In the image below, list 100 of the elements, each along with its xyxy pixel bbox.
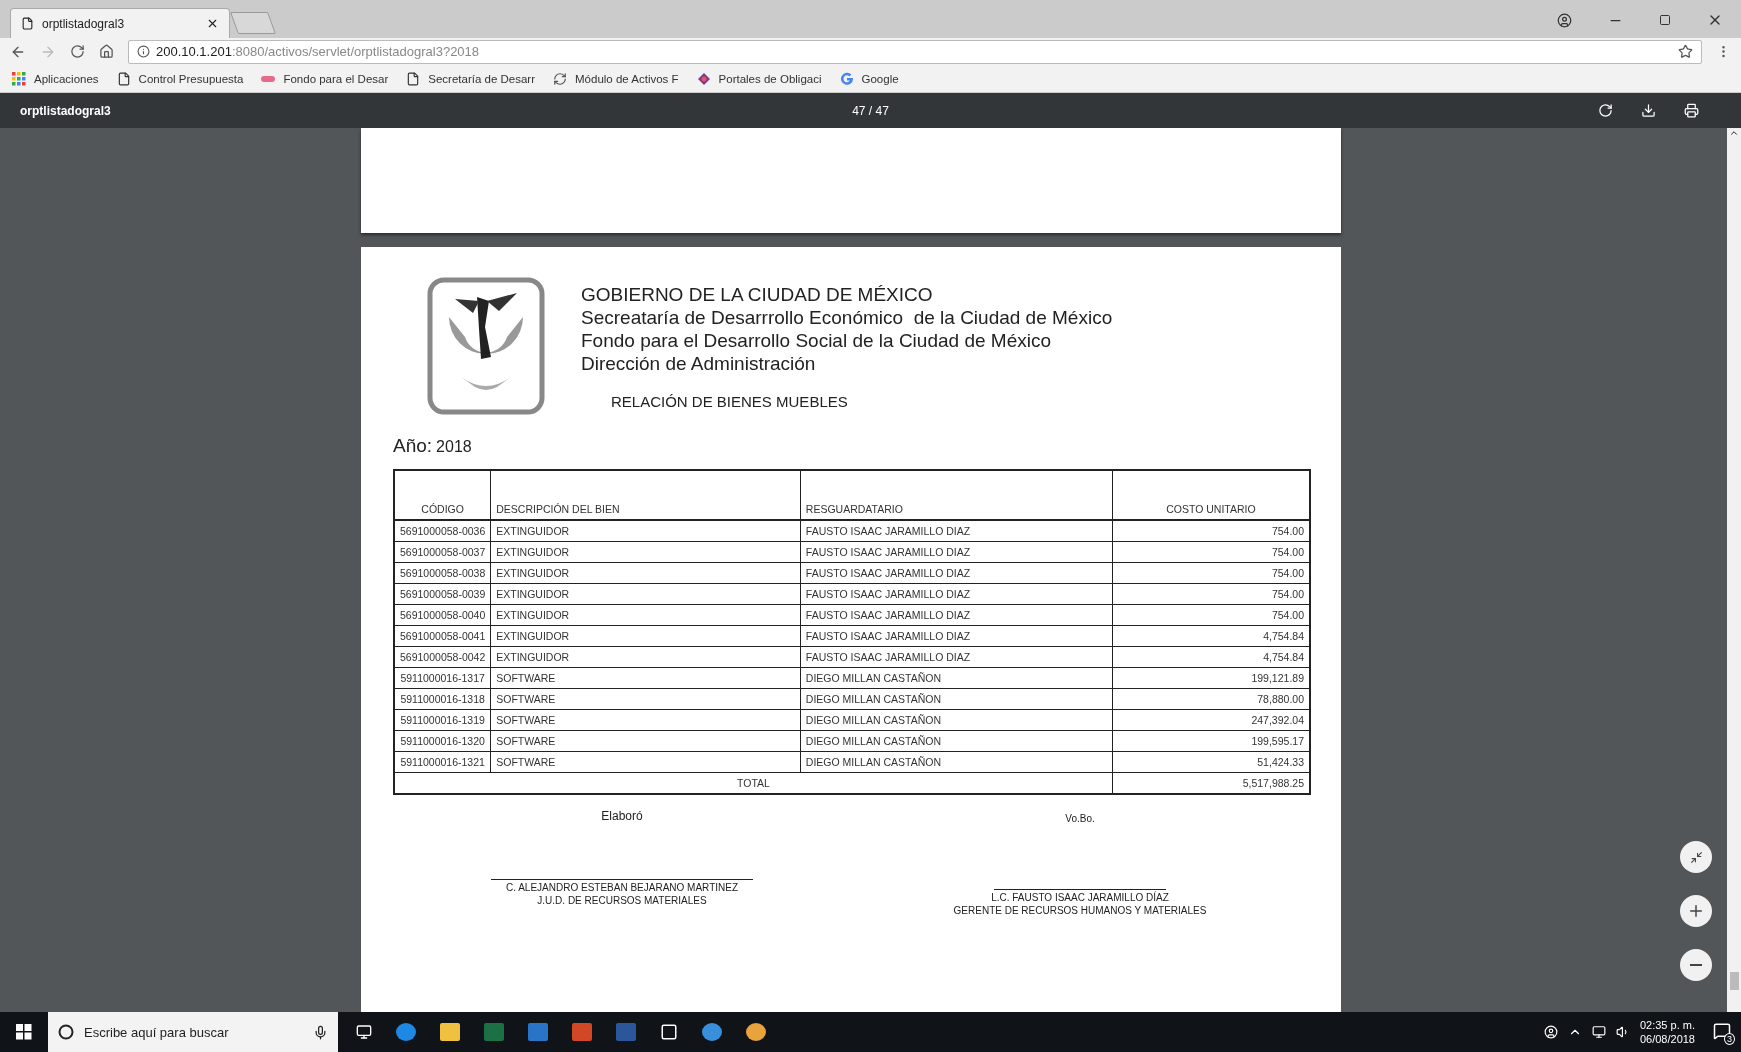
search-placeholder: Escribe aquí para buscar: [84, 1024, 229, 1040]
people-icon[interactable]: [1543, 1025, 1558, 1039]
table-cell: EXTINGUIDOR: [490, 541, 801, 563]
table-cell: DIEGO MILLAN CASTAÑON: [800, 688, 1113, 710]
table-cell: 5691000058-0039: [394, 583, 491, 605]
apps-grid-icon: [12, 71, 26, 86]
column-header: CÓDIGO: [394, 470, 491, 520]
page-icon: [116, 71, 131, 86]
table-cell: FAUSTO ISAAC JARAMILLO DIAZ: [800, 520, 1113, 542]
table-cell: 5691000058-0038: [394, 562, 491, 584]
signer-name: L.C. FAUSTO ISAAC JARAMILLO DÍAZ: [991, 892, 1169, 903]
signer-role: GERENTE DE RECURSOS HUMANOS Y MATERIALES: [953, 905, 1207, 916]
table-cell: DIEGO MILLAN CASTAÑON: [800, 709, 1113, 731]
plus-icon: [1687, 902, 1705, 920]
fit-icon: [1689, 850, 1703, 864]
profile-icon[interactable]: [1557, 12, 1572, 28]
close-icon[interactable]: [206, 17, 219, 30]
header-line: Dirección de Administración: [581, 352, 817, 375]
notifications-icon[interactable]: [1713, 1022, 1731, 1040]
report-title: RELACIÓN DE BIENES MUEBLES: [611, 393, 849, 410]
restore-icon[interactable]: [1659, 14, 1671, 26]
signer-role: J.U.D. DE RECURSOS MATERIALES: [537, 895, 707, 906]
table-cell: SOFTWARE: [490, 688, 801, 710]
table-cell: 5691000058-0042: [394, 646, 491, 668]
rotate-icon[interactable]: [1598, 103, 1613, 118]
table-cell: FAUSTO ISAAC JARAMILLO DIAZ: [800, 541, 1113, 563]
bookmark-link[interactable]: Portales de Obligaci: [696, 71, 822, 86]
table-cell: FAUSTO ISAAC JARAMILLO DIAZ: [800, 562, 1113, 584]
column-header: RESGUARDATARIO: [800, 470, 1113, 520]
table-cell: DIEGO MILLAN CASTAÑON: [800, 751, 1113, 773]
table-cell: SOFTWARE: [490, 730, 801, 752]
table-cell: 5911000016-1321: [394, 751, 491, 773]
table-cell: EXTINGUIDOR: [490, 520, 801, 542]
table-cell: FAUSTO ISAAC JARAMILLO DIAZ: [800, 604, 1113, 626]
table-cell: EXTINGUIDOR: [490, 604, 801, 626]
table-cell: FAUSTO ISAAC JARAMILLO DIAZ: [800, 583, 1113, 605]
table-cell: 5911000016-1317: [394, 667, 491, 689]
bookmark-link[interactable]: Secretaría de Desarr: [406, 71, 535, 86]
bookmark-link[interactable]: Control Presupuesta: [116, 71, 244, 86]
download-icon[interactable]: [1641, 103, 1656, 118]
info-icon[interactable]: [137, 45, 150, 58]
table-cell: FAUSTO ISAAC JARAMILLO DIAZ: [800, 625, 1113, 647]
bookmark-link[interactable]: Módulo de Activos F: [553, 71, 679, 86]
signer-name: C. ALEJANDRO ESTEBAN BEJARANO MARTINEZ: [505, 882, 739, 893]
star-icon[interactable]: [1678, 44, 1693, 59]
table-cell: EXTINGUIDOR: [490, 625, 801, 647]
bookmark-link[interactable]: Aplicaciones: [12, 71, 99, 86]
home-icon[interactable]: [99, 44, 114, 59]
notification-count: 3: [1724, 1033, 1735, 1045]
signature-caption: Elaboró: [601, 809, 643, 825]
table-cell: 5691000058-0040: [394, 604, 491, 626]
page-icon: [406, 71, 421, 86]
zoom-in-button[interactable]: [1680, 895, 1712, 927]
logo-icon: [261, 75, 276, 82]
column-header: DESCRIPCIÓN DEL BIEN: [490, 470, 801, 520]
reload-icon[interactable]: [70, 44, 85, 59]
header-line: Fondo para el Desarrollo Social de la Ciudad de México: [581, 329, 1052, 352]
network-icon[interactable]: [1591, 1025, 1606, 1039]
clock[interactable]: 02:35 p. m. 06/08/2018: [1639, 1018, 1695, 1046]
table-cell: SOFTWARE: [490, 751, 801, 773]
header-line: GOBIERNO DE LA CIUDAD DE MÉXICO: [581, 283, 934, 306]
year-value: 2018: [436, 438, 472, 456]
circle-icon: [58, 1024, 74, 1040]
minus-icon: [1690, 964, 1702, 966]
fit-page-button[interactable]: [1680, 841, 1712, 873]
table-cell: EXTINGUIDOR: [490, 646, 801, 668]
microphone-icon[interactable]: [313, 1024, 328, 1040]
year-label: Año:: [393, 435, 433, 457]
scroll-up-icon[interactable]: [1729, 128, 1739, 138]
signature-caption: Vo.Bo.: [1065, 813, 1095, 826]
table-cell: FAUSTO ISAAC JARAMILLO DIAZ: [800, 646, 1113, 668]
table-cell: 5691000058-0036: [394, 520, 491, 542]
bookmark-link[interactable]: Google: [839, 71, 899, 86]
search-field[interactable]: Escribe aquí para buscar: [48, 1012, 338, 1052]
google-icon: [839, 71, 854, 86]
page-indicator: 47 / 47: [852, 103, 889, 118]
document-title: orptlistadogral3: [20, 103, 111, 118]
window-icon[interactable]: [660, 1023, 678, 1041]
table-cell: 5691000058-0037: [394, 541, 491, 563]
table-cell: DIEGO MILLAN CASTAÑON: [800, 667, 1113, 689]
table-cell: 5691000058-0041: [394, 625, 491, 647]
address-field[interactable]: 200.10.1.201:8080/activos/servlet/orptlistadogral3?2018: [128, 39, 1702, 64]
url-text: 200.10.1.201:8080/activos/servlet/orptlistadogral3?2018: [156, 44, 480, 59]
zoom-out-button[interactable]: [1680, 949, 1712, 981]
bookmark-link[interactable]: Fondo para el Desar: [261, 72, 389, 85]
windows-logo-icon[interactable]: [16, 1024, 32, 1040]
table-cell: 5911000016-1318: [394, 688, 491, 710]
browser-tab[interactable]: orptlistadogral3: [10, 8, 230, 38]
header-line: Secreataría de Desarrrollo Económico de la Ciudad de México: [581, 306, 1113, 329]
print-icon[interactable]: [1684, 103, 1699, 118]
table-cell: SOFTWARE: [490, 667, 801, 689]
table-cell: SOFTWARE: [490, 709, 801, 731]
scrollbar[interactable]: [1727, 128, 1741, 1012]
scroll-thumb[interactable]: [1729, 972, 1739, 990]
page-icon: [21, 17, 34, 30]
table-cell: EXTINGUIDOR: [490, 583, 801, 605]
table-cell: 5911000016-1320: [394, 730, 491, 752]
table-cell: 5911000016-1319: [394, 709, 491, 731]
tab-title: orptlistadogral3: [42, 16, 126, 31]
table-cell: DIEGO MILLAN CASTAÑON: [800, 730, 1113, 752]
